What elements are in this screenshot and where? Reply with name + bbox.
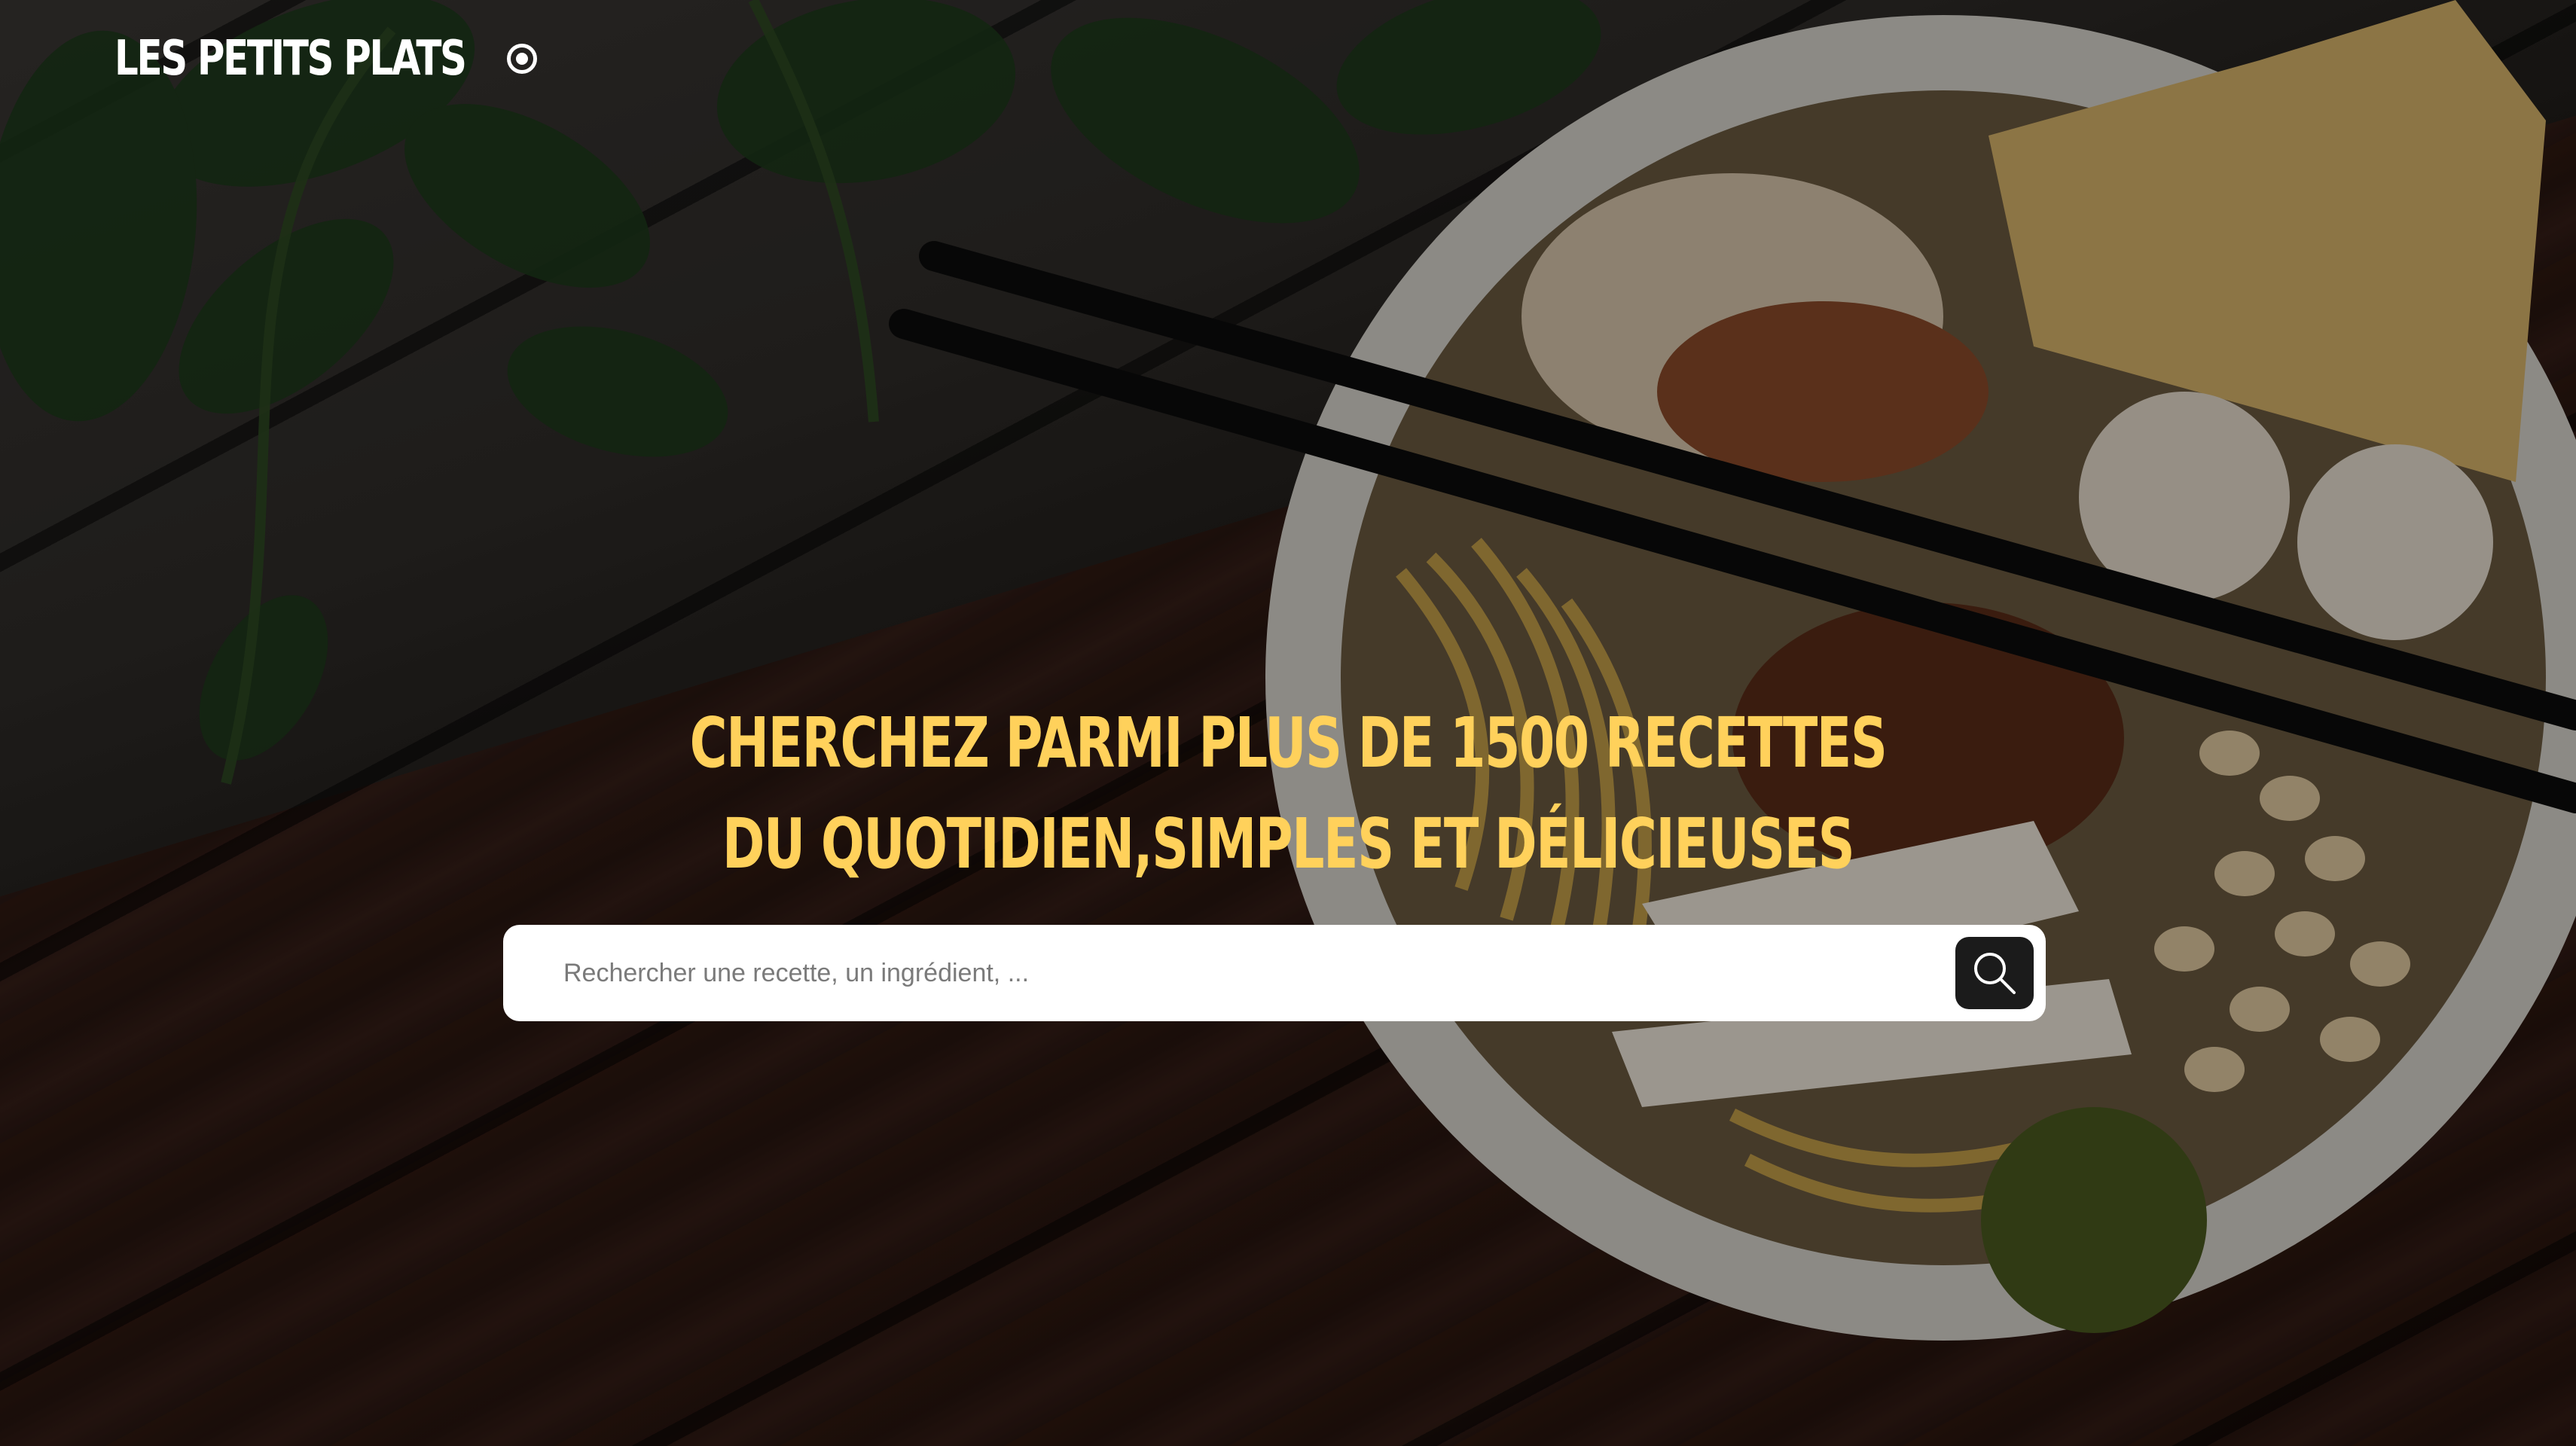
search-bar [503,925,2046,1021]
search-button[interactable] [1955,937,2034,1009]
site-logo[interactable]: LES PETITS PLATS [114,35,537,83]
hero-headline-line-1: CHERCHEZ PARMI PLUS DE 1500 RECETTES [689,703,1888,783]
hero-headline-line-2: DU QUOTIDIEN,SIMPLES ET DÉLICIEUSES [722,804,1855,884]
magnifier-icon [1974,953,2016,994]
record-circle-icon [507,44,537,74]
logo-text: LES PETITS PLATS [114,31,467,87]
hero-section: LES PETITS PLATS CHERCHEZ PARMI PLUS DE … [0,0,2576,1446]
hero-headline: CHERCHEZ PARMI PLUS DE 1500 RECETTES DU … [0,693,2576,895]
search-input[interactable] [563,925,1919,1021]
